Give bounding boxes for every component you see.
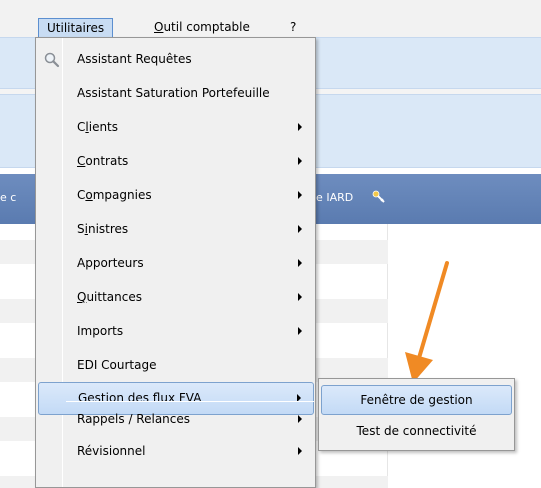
menu-item-label: Révisionnel bbox=[77, 444, 146, 458]
submenu-arrow-icon bbox=[298, 259, 302, 267]
menu-item-label: Apporteurs bbox=[77, 256, 144, 270]
annotation-arrow bbox=[405, 261, 449, 383]
menu-item-label-rest: ontrats bbox=[85, 154, 129, 168]
menu-item-assistant-requetes[interactable]: Assistant Requêtes bbox=[38, 44, 314, 77]
menubar-outil-comptable[interactable]: Outil comptable bbox=[146, 18, 258, 38]
submenu-item-test-connectivite[interactable]: Test de connectivité bbox=[321, 417, 512, 447]
menu-item-label-rest: mpagnies bbox=[92, 188, 152, 202]
submenu-arrow-icon bbox=[298, 447, 302, 455]
submenu-arrow-icon bbox=[298, 327, 302, 335]
utilitaires-dropdown: Assistant Requêtes Assistant Saturation … bbox=[35, 37, 316, 488]
submenu-arrow-icon bbox=[298, 191, 302, 199]
submenu-item-label: Fenêtre de gestion bbox=[360, 393, 473, 407]
menubar-utilitaires[interactable]: Utilitaires bbox=[38, 18, 114, 38]
submenu-item-fenetre-gestion[interactable]: Fenêtre de gestion bbox=[321, 385, 512, 415]
submenu-arrow-icon bbox=[298, 415, 302, 423]
menu-item-sinistres[interactable]: Sinistres bbox=[38, 214, 314, 247]
menu-item-imports[interactable]: Imports bbox=[38, 316, 314, 349]
menu-item-label: Gestion des flux FVA bbox=[78, 391, 202, 405]
menu-item-label-rest: nistres bbox=[87, 222, 129, 236]
menu-item-assistant-saturation[interactable]: Assistant Saturation Portefeuille bbox=[38, 78, 314, 111]
menu-item-accel: o bbox=[85, 188, 93, 202]
menu-item-apporteurs[interactable]: Apporteurs bbox=[38, 248, 314, 281]
menu-item-rappels-relances[interactable]: Rappels / Relances bbox=[38, 404, 314, 437]
menubar-outil-label: util comptable bbox=[163, 20, 250, 34]
menu-item-contrats[interactable]: Contrats bbox=[38, 146, 314, 179]
menu-item-label: Assistant Requêtes bbox=[77, 52, 192, 66]
menu-item-edi-courtage[interactable]: EDI Courtage bbox=[38, 350, 314, 383]
menu-item-label: Rappels / Relances bbox=[77, 412, 191, 426]
menubar-utilitaires-label: Utilitaires bbox=[47, 21, 105, 35]
submenu-arrow-icon bbox=[298, 123, 302, 131]
menu-item-clients[interactable]: Clients bbox=[38, 112, 314, 145]
menu-item-label: Assistant Saturation Portefeuille bbox=[77, 86, 270, 100]
menu-item-label: S bbox=[77, 222, 85, 236]
gestion-flux-fva-submenu: Fenêtre de gestion Test de connectivité bbox=[318, 378, 515, 451]
menu-item-revisionnel[interactable]: Révisionnel bbox=[38, 436, 314, 469]
menu-item-compagnies[interactable]: Compagnies bbox=[38, 180, 314, 213]
menu-bar: Utilitaires Outil comptable ? bbox=[0, 0, 541, 38]
menu-item-label-rest: ients bbox=[88, 120, 119, 134]
submenu-arrow-icon bbox=[298, 293, 302, 301]
menu-item-label: EDI Courtage bbox=[77, 358, 157, 372]
menubar-help[interactable]: ? bbox=[282, 18, 304, 38]
menu-separator bbox=[66, 401, 314, 402]
submenu-item-label: Test de connectivité bbox=[356, 424, 477, 438]
menu-item-label: Imports bbox=[77, 324, 124, 338]
menu-item-quittances[interactable]: Quittances bbox=[38, 282, 314, 315]
menubar-help-label: ? bbox=[290, 20, 297, 34]
key-icon[interactable] bbox=[372, 190, 386, 207]
header-right-fragment: le IARD bbox=[313, 191, 354, 204]
submenu-arrow-icon bbox=[298, 225, 302, 233]
submenu-arrow-icon bbox=[298, 157, 302, 165]
header-left-fragment: e c bbox=[0, 191, 17, 204]
menu-item-label-rest: uittances bbox=[86, 290, 142, 304]
